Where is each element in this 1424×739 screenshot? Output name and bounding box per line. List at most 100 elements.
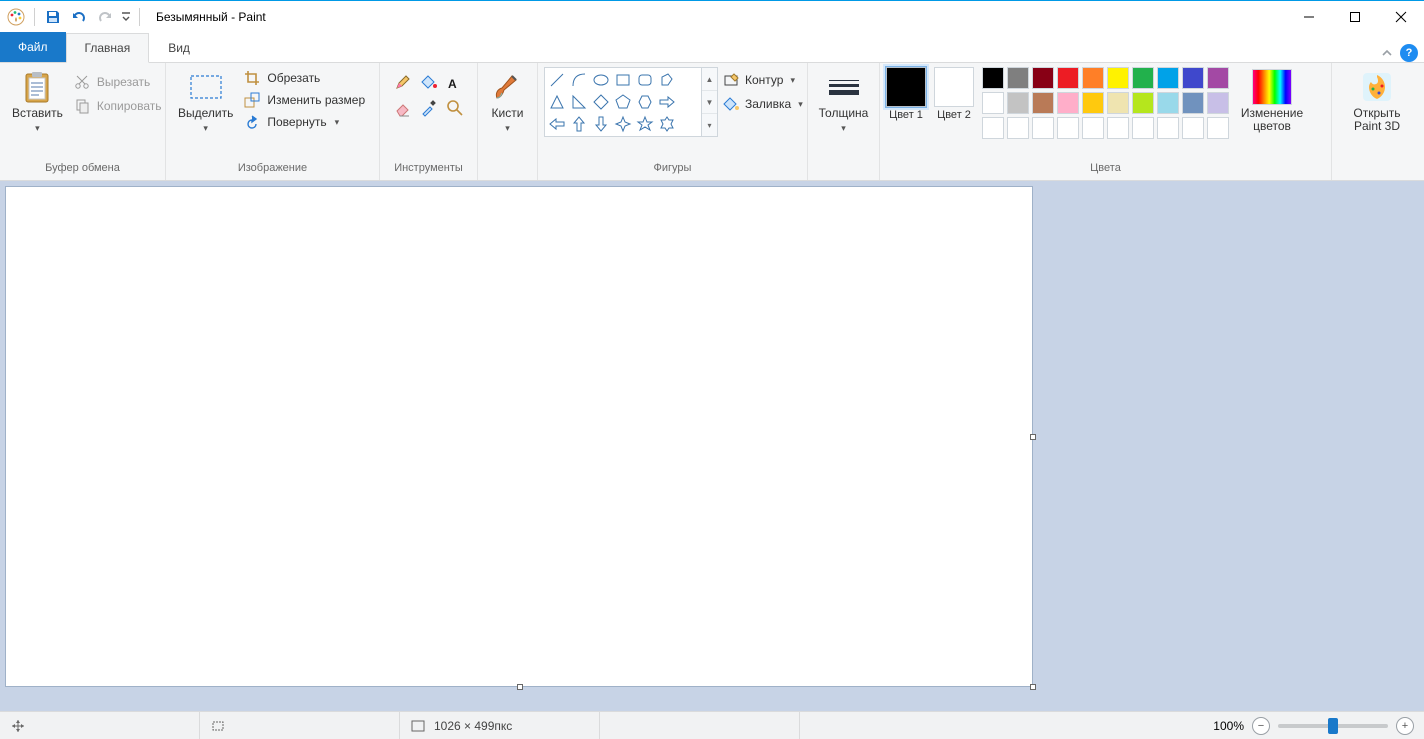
chevron-down-icon: ▾ [35,122,40,135]
copy-button[interactable]: Копировать [73,97,162,115]
shape-oval[interactable] [590,69,612,91]
palette-color[interactable] [1082,92,1104,114]
palette-color[interactable] [1182,92,1204,114]
rotate-button[interactable]: Повернуть▾ [243,113,365,131]
palette-color[interactable] [1032,67,1054,89]
palette-color[interactable] [1007,92,1029,114]
color2-button[interactable]: Цвет 2 [934,67,974,121]
shapes-scroll[interactable]: ▲ ▼ ▾ [702,67,718,137]
palette-color[interactable] [1032,117,1054,139]
shape-rect[interactable] [612,69,634,91]
thickness-icon [822,69,866,105]
palette-color[interactable] [1082,117,1104,139]
shape-hexagon[interactable] [634,91,656,113]
shape-5star[interactable] [634,113,656,135]
palette-color[interactable] [1057,117,1079,139]
shapes-expand-icon[interactable]: ▾ [702,114,717,136]
palette-color[interactable] [1207,92,1229,114]
selection-size-icon [210,718,226,734]
shape-right-triangle[interactable] [568,91,590,113]
brushes-button[interactable]: Кисти ▾ [485,67,531,135]
palette-color[interactable] [982,117,1004,139]
paste-button[interactable]: Вставить ▾ [6,67,69,135]
palette-color[interactable] [1157,67,1179,89]
shape-curve[interactable] [568,69,590,91]
undo-icon[interactable] [67,5,91,29]
picker-tool[interactable] [416,95,442,121]
palette-color[interactable] [1182,67,1204,89]
shape-arrow-down[interactable] [590,113,612,135]
canvas-handle-bottom[interactable] [517,684,523,690]
palette-color[interactable] [1132,67,1154,89]
palette-color[interactable] [1207,117,1229,139]
fill-tool[interactable] [416,69,442,95]
shape-line[interactable] [546,69,568,91]
shape-4star[interactable] [612,113,634,135]
shape-6star[interactable] [656,113,678,135]
palette-color[interactable] [1032,92,1054,114]
palette-color[interactable] [1057,92,1079,114]
pencil-tool[interactable] [390,69,416,95]
text-tool[interactable]: A [442,69,468,95]
tab-file[interactable]: Файл [0,32,66,62]
app-icon[interactable] [4,5,28,29]
crop-button[interactable]: Обрезать [243,69,365,87]
shape-outline-button[interactable]: Контур▾ [722,71,803,89]
shape-arrow-up[interactable] [568,113,590,135]
collapse-ribbon-icon[interactable] [1380,46,1394,60]
group-tools: A Инструменты [380,63,478,180]
palette-color[interactable] [982,67,1004,89]
magnifier-tool[interactable] [442,95,468,121]
maximize-button[interactable] [1332,1,1378,33]
edit-colors-button[interactable]: Изменение цветов [1237,67,1307,133]
shapes-gallery[interactable] [544,67,702,137]
resize-button[interactable]: Изменить размер [243,91,365,109]
cut-button[interactable]: Вырезать [73,73,162,91]
scroll-up-icon[interactable]: ▲ [702,68,717,91]
palette-color[interactable] [1207,67,1229,89]
palette-color[interactable] [1007,117,1029,139]
palette-color[interactable] [1157,117,1179,139]
help-icon[interactable]: ? [1400,44,1418,62]
select-button[interactable]: Выделить ▾ [172,67,239,135]
zoom-slider[interactable] [1278,724,1388,728]
close-button[interactable] [1378,1,1424,33]
workspace[interactable] [0,181,1424,711]
eraser-tool[interactable] [390,95,416,121]
palette-color[interactable] [1132,92,1154,114]
palette-color[interactable] [1107,117,1129,139]
palette-color[interactable] [1057,67,1079,89]
scroll-down-icon[interactable]: ▼ [702,91,717,114]
palette-color[interactable] [1007,67,1029,89]
canvas-handle-corner[interactable] [1030,684,1036,690]
save-icon[interactable] [41,5,65,29]
drawing-canvas[interactable] [6,187,1032,686]
zoom-in-button[interactable]: + [1396,717,1414,735]
qat-customize-dropdown[interactable] [119,5,133,29]
shape-diamond[interactable] [590,91,612,113]
shape-pentagon[interactable] [612,91,634,113]
tab-view[interactable]: Вид [149,33,209,63]
shape-fill-button[interactable]: Заливка▾ [722,95,803,113]
shape-arrow-left[interactable] [546,113,568,135]
zoom-slider-thumb[interactable] [1328,718,1338,734]
shape-triangle[interactable] [546,91,568,113]
canvas-handle-right[interactable] [1030,434,1036,440]
open-paint3d-button[interactable]: Открыть Paint 3D [1338,67,1416,133]
palette-color[interactable] [1107,92,1129,114]
palette-color[interactable] [982,92,1004,114]
tab-home[interactable]: Главная [66,33,150,63]
palette-color[interactable] [1157,92,1179,114]
shape-roundrect[interactable] [634,69,656,91]
color1-button[interactable]: Цвет 1 [886,67,926,121]
palette-color[interactable] [1182,117,1204,139]
palette-color[interactable] [1082,67,1104,89]
thickness-button[interactable]: Толщина ▾ [813,67,875,135]
shape-polygon[interactable] [656,69,678,91]
zoom-out-button[interactable]: − [1252,717,1270,735]
minimize-button[interactable] [1286,1,1332,33]
palette-color[interactable] [1132,117,1154,139]
shape-arrow-right[interactable] [656,91,678,113]
palette-color[interactable] [1107,67,1129,89]
redo-icon[interactable] [93,5,117,29]
